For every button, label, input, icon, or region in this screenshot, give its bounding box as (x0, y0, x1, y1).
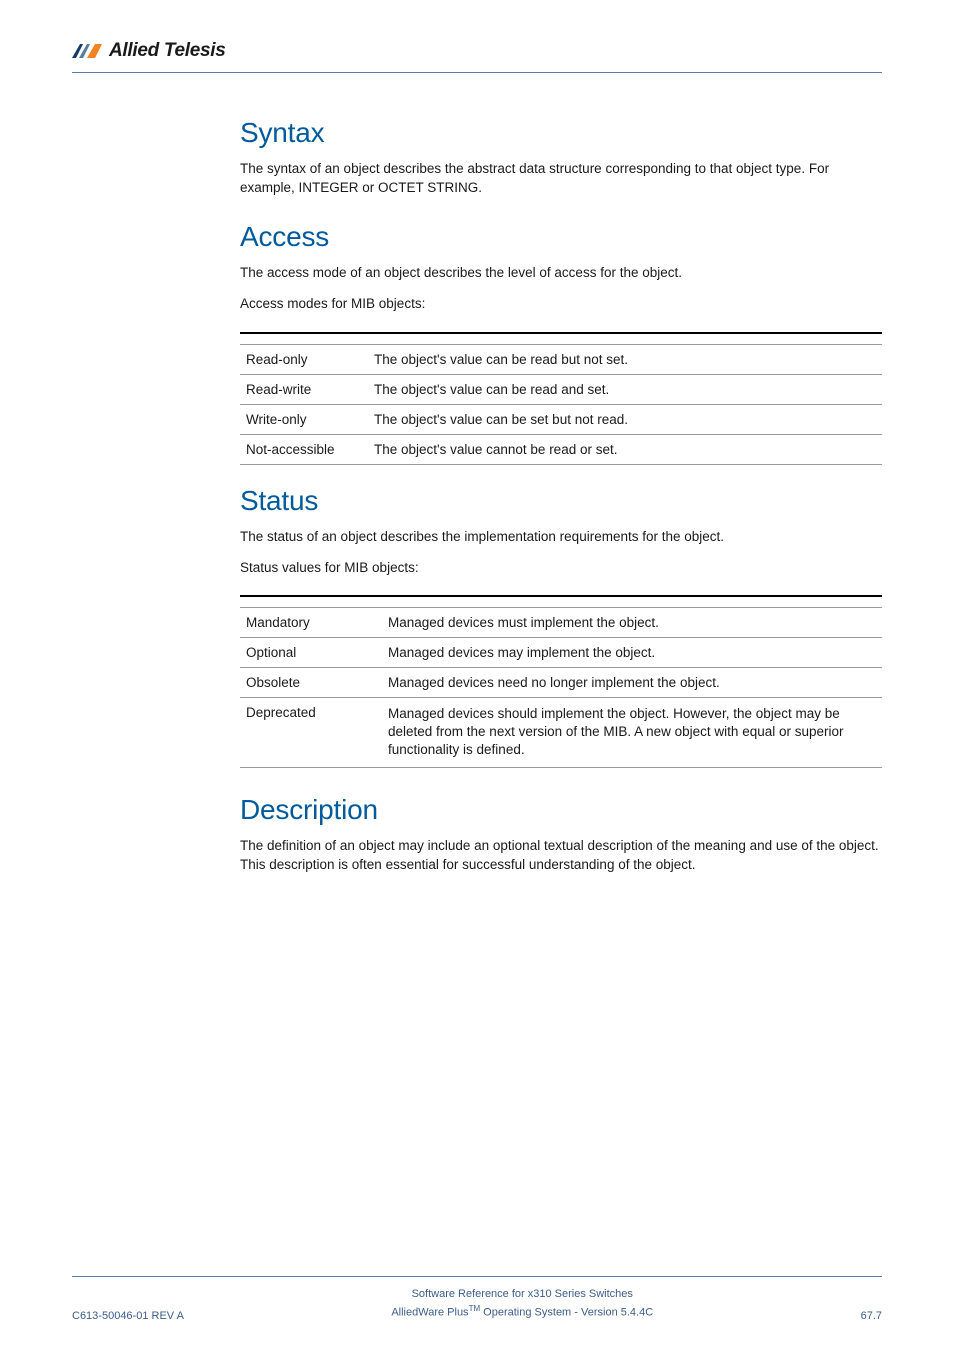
table-row: Obsolete Managed devices need no longer … (240, 667, 882, 697)
footer-page-number: 67.7 (861, 1310, 882, 1322)
footer-subtitle: AlliedWare PlusTM Operating System - Ver… (184, 1303, 861, 1322)
status-values-table: Mandatory Managed devices must implement… (240, 595, 882, 768)
access-heading: Access (240, 221, 882, 253)
header-rule (72, 72, 882, 73)
status-desc: Managed devices may implement the object… (382, 637, 882, 667)
page-footer: C613-50046-01 REV A Software Reference f… (72, 1276, 882, 1322)
brand-name: Allied Telesis (109, 40, 226, 62)
allied-telesis-logo-icon (72, 43, 102, 59)
status-caption: Status values for MIB objects: (240, 558, 882, 577)
table-row: Deprecated Managed devices should implem… (240, 697, 882, 767)
status-heading: Status (240, 485, 882, 517)
access-mode: Write-only (240, 404, 368, 434)
access-desc: The object's value can be read and set. (368, 374, 882, 404)
table-row: Write-only The object's value can be set… (240, 404, 882, 434)
footer-title: Software Reference for x310 Series Switc… (184, 1287, 861, 1303)
status-desc: Managed devices need no longer implement… (382, 667, 882, 697)
access-modes-table: Read-only The object's value can be read… (240, 332, 882, 465)
table-row: Read-only The object's value can be read… (240, 344, 882, 374)
status-desc: Managed devices must implement the objec… (382, 607, 882, 637)
status-value: Mandatory (240, 607, 382, 637)
status-value: Deprecated (240, 697, 382, 767)
table-row: Not-accessible The object's value cannot… (240, 434, 882, 464)
table-row: Read-write The object's value can be rea… (240, 374, 882, 404)
description-body: The definition of an object may include … (240, 836, 882, 874)
status-desc: Managed devices should implement the obj… (382, 697, 882, 767)
status-intro: The status of an object describes the im… (240, 527, 882, 546)
footer-docid: C613-50046-01 REV A (72, 1310, 184, 1322)
table-row: Optional Managed devices may implement t… (240, 637, 882, 667)
access-mode: Read-write (240, 374, 368, 404)
status-value: Obsolete (240, 667, 382, 697)
access-caption: Access modes for MIB objects: (240, 294, 882, 313)
syntax-body: The syntax of an object describes the ab… (240, 159, 882, 197)
access-mode: Not-accessible (240, 434, 368, 464)
syntax-heading: Syntax (240, 117, 882, 149)
access-desc: The object's value can be set but not re… (368, 404, 882, 434)
description-heading: Description (240, 794, 882, 826)
access-desc: The object's value cannot be read or set… (368, 434, 882, 464)
brand-logo: Allied Telesis (72, 40, 882, 62)
status-value: Optional (240, 637, 382, 667)
table-row: Mandatory Managed devices must implement… (240, 607, 882, 637)
access-mode: Read-only (240, 344, 368, 374)
access-intro: The access mode of an object describes t… (240, 263, 882, 282)
access-desc: The object's value can be read but not s… (368, 344, 882, 374)
